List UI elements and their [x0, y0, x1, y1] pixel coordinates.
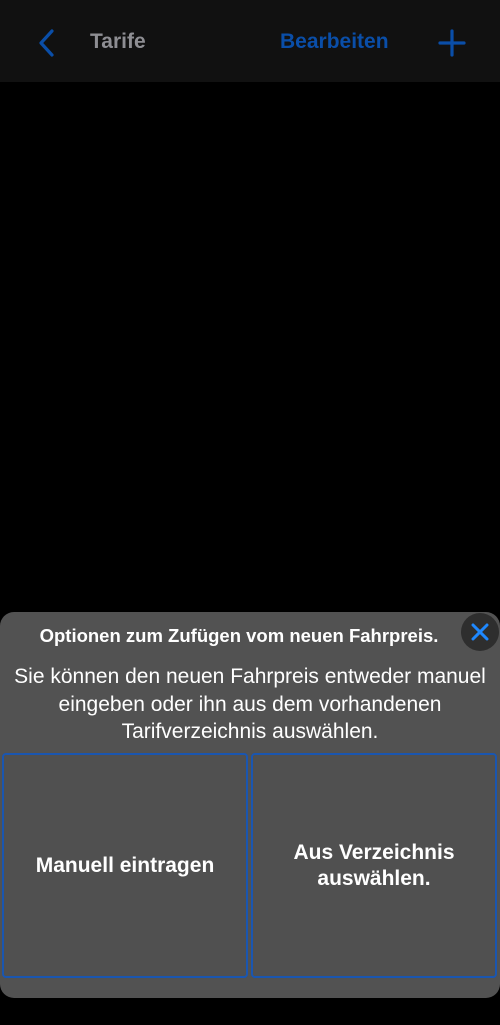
sheet-title: Optionen zum Zufügen vom neuen Fahrpreis…: [39, 625, 439, 646]
content-area: [0, 82, 500, 612]
navigation-bar: Tarife Bearbeiten: [0, 0, 500, 82]
manual-entry-label: Manuell eintragen: [35, 853, 215, 877]
back-button[interactable]: [30, 26, 62, 60]
chevron-left-icon: [39, 29, 54, 57]
page-title: Tarife: [90, 30, 146, 53]
select-from-directory-button[interactable]: Aus Verzeichnis auswählen.: [251, 753, 497, 978]
add-button[interactable]: [436, 27, 468, 59]
manual-entry-button[interactable]: Manuell eintragen: [2, 753, 248, 978]
sheet-message: Sie können den neuen Fahrpreis entweder …: [14, 665, 486, 743]
plus-icon: [438, 29, 466, 57]
close-icon: [471, 623, 489, 641]
close-button[interactable]: [461, 613, 499, 651]
edit-button[interactable]: Bearbeiten: [280, 30, 389, 54]
select-from-directory-label: Aus Verzeichnis auswählen.: [293, 840, 455, 890]
